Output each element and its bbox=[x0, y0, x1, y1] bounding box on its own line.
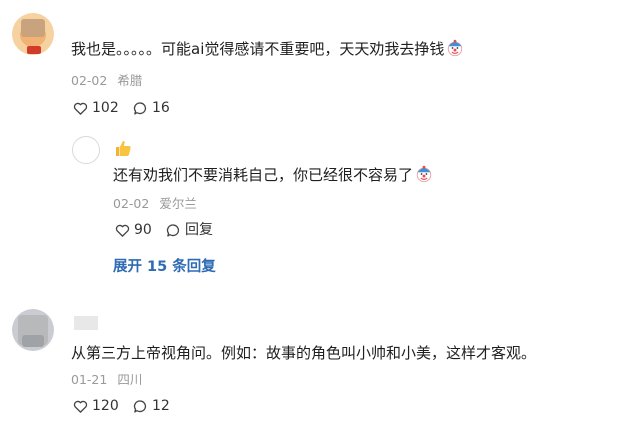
comment-date: 01-21 bbox=[71, 372, 108, 387]
clown-face-icon bbox=[416, 165, 432, 183]
comment-body: 从第三方上帝视角问。例如：故事的角色叫小帅和小美，这样才客观。 bbox=[71, 344, 537, 362]
comment-location: 四川 bbox=[117, 372, 143, 387]
clown-face-icon bbox=[448, 39, 463, 57]
like-count: 90 bbox=[134, 222, 152, 238]
thumbs-up-icon bbox=[116, 140, 131, 156]
avatar[interactable] bbox=[72, 136, 100, 164]
comment-text: 从第三方上帝视角问。例如：故事的角色叫小帅和小美，这样才客观。 bbox=[71, 343, 536, 363]
avatar-blur bbox=[22, 335, 44, 347]
bow-tie-icon bbox=[27, 46, 41, 54]
reply-body: 还有劝我们不要消耗自己，你已经很不容易了 bbox=[113, 166, 414, 184]
comment-bubble-icon bbox=[133, 399, 147, 413]
comment-bubble-icon bbox=[133, 101, 147, 115]
reply-count: 12 bbox=[152, 398, 170, 414]
username-redacted[interactable] bbox=[74, 316, 98, 330]
heart-icon bbox=[73, 102, 88, 115]
comment-meta: 01-21 四川 bbox=[71, 372, 142, 388]
heart-icon bbox=[115, 224, 130, 237]
like-button[interactable]: 102 bbox=[73, 99, 119, 117]
comment-date: 02-02 bbox=[71, 73, 108, 88]
reply-location: 爱尔兰 bbox=[159, 196, 197, 211]
avatar[interactable] bbox=[12, 13, 54, 55]
like-button[interactable]: 90 bbox=[115, 221, 152, 239]
like-button[interactable]: 120 bbox=[73, 397, 119, 415]
reply-meta: 02-02 爱尔兰 bbox=[113, 196, 197, 212]
comment-body: 我也是。。。。。可能ai觉得感请不重要吧，天天劝我去挣钱 bbox=[71, 40, 445, 58]
comment-bubble-icon bbox=[166, 223, 180, 237]
heart-icon bbox=[73, 400, 88, 413]
reply-date: 02-02 bbox=[113, 196, 150, 211]
comment-text: 我也是。。。。。可能ai觉得感请不重要吧，天天劝我去挣钱 bbox=[71, 39, 464, 59]
avatar-blur bbox=[21, 19, 45, 37]
comment-location: 希腊 bbox=[117, 73, 143, 88]
avatar[interactable] bbox=[12, 309, 54, 351]
reply-text: 还有劝我们不要消耗自己，你已经很不容易了 bbox=[113, 165, 433, 185]
like-count: 120 bbox=[92, 398, 119, 414]
expand-replies-link[interactable]: 展开 15 条回复 bbox=[113, 258, 216, 276]
reply-label: 回复 bbox=[185, 222, 213, 238]
like-count: 102 bbox=[92, 100, 119, 116]
reply-button[interactable]: 12 bbox=[133, 397, 170, 415]
reply-button[interactable]: 回复 bbox=[166, 221, 213, 239]
comment-meta: 02-02 希腊 bbox=[71, 73, 142, 89]
reply-button[interactable]: 16 bbox=[133, 99, 170, 117]
reply-count: 16 bbox=[152, 100, 170, 116]
